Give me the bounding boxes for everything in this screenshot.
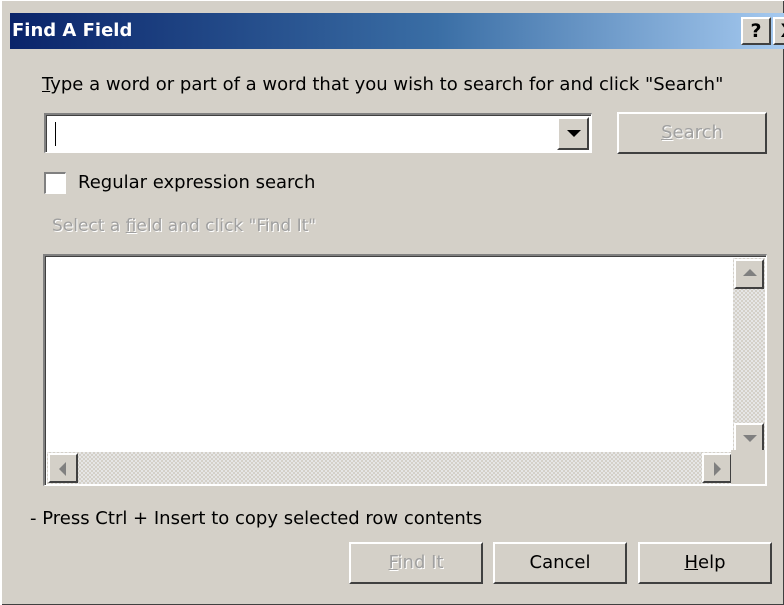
- help-label: elp: [698, 552, 726, 573]
- arrow-down-icon: [743, 435, 757, 442]
- horizontal-scrollbar[interactable]: [47, 452, 733, 484]
- combo-dropdown-button[interactable]: [557, 117, 589, 150]
- scroll-right-button[interactable]: [702, 453, 732, 483]
- hint-hotkey: f: [125, 216, 137, 236]
- scroll-up-button[interactable]: [734, 259, 764, 289]
- search-hotkey: S: [661, 122, 673, 143]
- find-it-hotkey: F: [388, 552, 398, 573]
- regex-checkbox[interactable]: [44, 172, 66, 194]
- copy-shortcut-note: - Press Ctrl + Insert to copy selected r…: [30, 508, 483, 529]
- arrow-up-icon: [743, 269, 757, 276]
- chevron-down-icon: [567, 130, 581, 137]
- search-combobox[interactable]: [44, 113, 592, 153]
- scroll-left-button[interactable]: [48, 453, 78, 483]
- find-a-field-dialog: Find A Field ? X Type a word or part of …: [0, 0, 784, 605]
- instruction-text: ype a word or part of a word that you wi…: [50, 74, 724, 95]
- scrollbar-corner: [731, 450, 765, 484]
- find-it-button[interactable]: Find It: [349, 542, 483, 584]
- select-field-hint: Select a field and click "Find It": [52, 216, 316, 236]
- arrow-left-icon: [59, 462, 66, 476]
- field-results-list[interactable]: [43, 254, 767, 486]
- instruction-hotkey: T: [42, 74, 51, 95]
- hint-post: ield and click "Find It": [136, 216, 317, 236]
- close-button[interactable]: X: [773, 17, 784, 45]
- scroll-down-button[interactable]: [734, 423, 764, 453]
- dialog-title: Find A Field: [12, 20, 133, 41]
- text-caret: [55, 122, 56, 146]
- search-button-label: earch: [672, 122, 723, 143]
- arrow-right-icon: [714, 462, 721, 476]
- search-button[interactable]: Search: [617, 112, 767, 154]
- vertical-scrollbar[interactable]: [733, 258, 765, 454]
- regex-checkbox-label[interactable]: Regular expression search: [78, 172, 315, 193]
- find-it-label: ind It: [397, 552, 444, 573]
- hint-pre: Select a: [52, 216, 126, 236]
- search-instruction: Type a word or part of a word that you w…: [42, 74, 723, 95]
- title-bar[interactable]: Find A Field ? X: [10, 13, 784, 49]
- help-button[interactable]: Help: [638, 542, 772, 584]
- help-title-button[interactable]: ?: [741, 17, 771, 45]
- question-mark-icon: ?: [750, 20, 762, 42]
- help-hotkey: H: [684, 552, 699, 573]
- cancel-button[interactable]: Cancel: [493, 542, 627, 584]
